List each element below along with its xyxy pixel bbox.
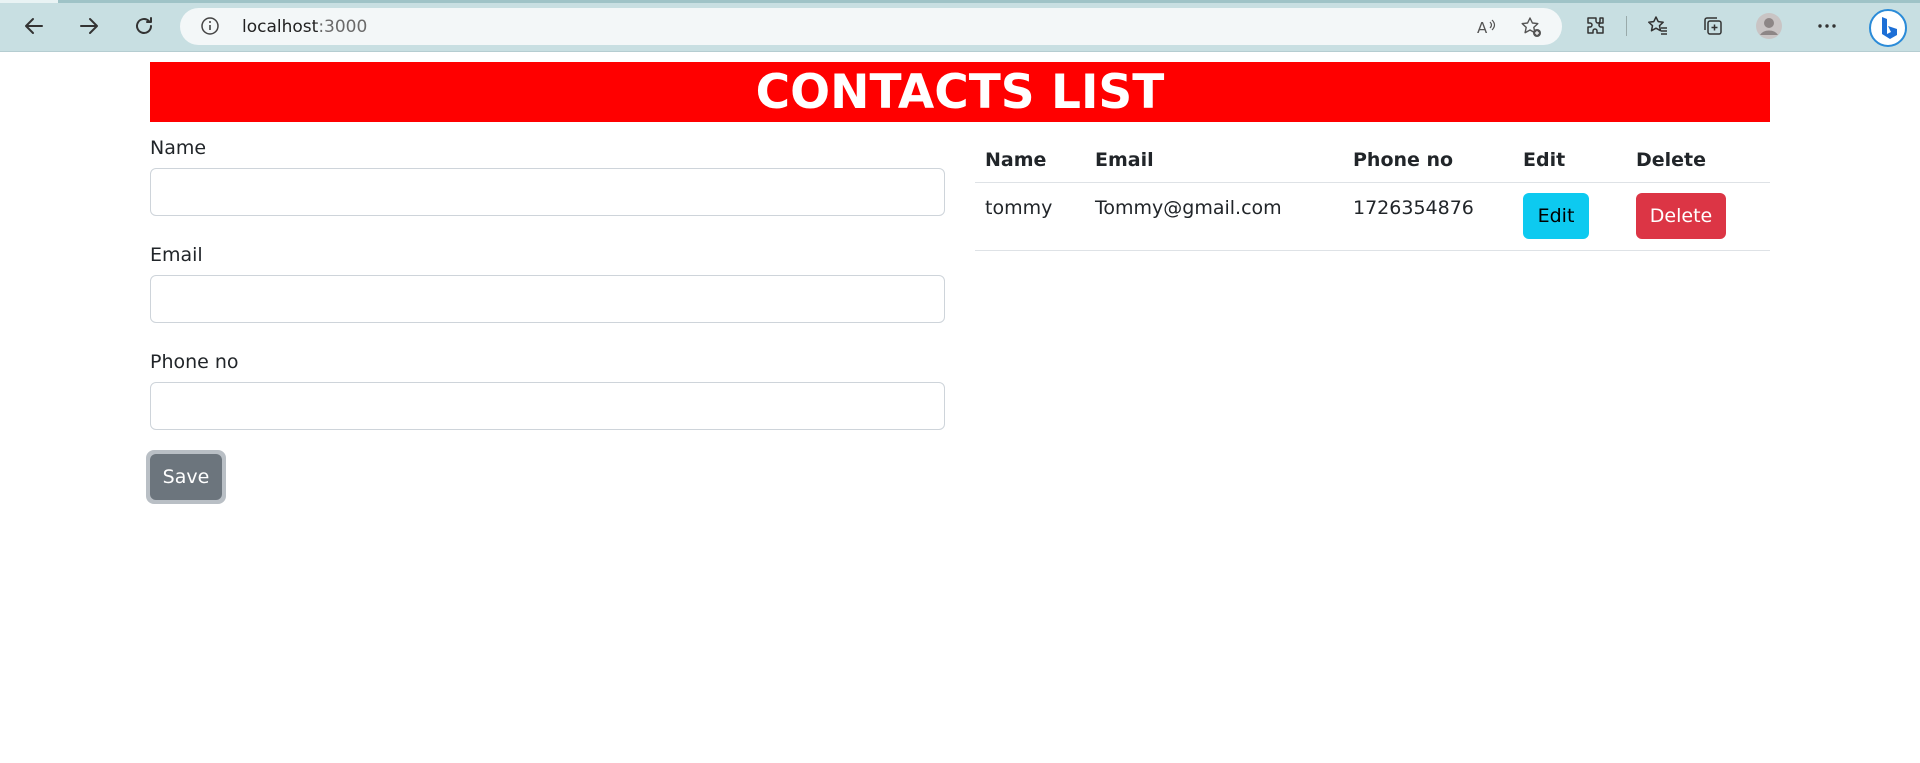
- name-label: Name: [150, 137, 207, 159]
- refresh-icon[interactable]: [128, 10, 160, 42]
- svg-text:A: A: [1477, 19, 1488, 37]
- table-row: tommy Tommy@gmail.com 1726354876 Edit De…: [975, 182, 1770, 251]
- cell-delete: Delete: [1626, 182, 1770, 251]
- phone-input[interactable]: [150, 382, 945, 430]
- cell-phone: 1726354876: [1343, 182, 1513, 251]
- profile-avatar-icon[interactable]: [1755, 12, 1783, 40]
- table-header-row: Name Email Phone no Edit Delete: [975, 138, 1770, 183]
- column-header-edit: Edit: [1513, 138, 1626, 183]
- bing-copilot-icon[interactable]: [1868, 8, 1908, 48]
- contacts-table: Name Email Phone no Edit Delete tommy To…: [975, 138, 1770, 251]
- edit-button[interactable]: Edit: [1523, 192, 1589, 239]
- browser-toolbar: localhost:3000 A: [0, 0, 1920, 52]
- contact-form: Name Email Phone no: [150, 136, 945, 457]
- name-input[interactable]: [150, 168, 945, 216]
- phone-label: Phone no: [150, 351, 239, 373]
- delete-button[interactable]: Delete: [1636, 192, 1726, 239]
- tab-strip: [0, 0, 1920, 3]
- column-header-name: Name: [975, 138, 1085, 183]
- more-menu-icon[interactable]: [1813, 12, 1841, 40]
- cell-name: tommy: [975, 182, 1085, 251]
- forward-icon[interactable]: [73, 10, 105, 42]
- collections-icon[interactable]: [1699, 12, 1727, 40]
- active-tab-indicator[interactable]: [0, 0, 58, 3]
- cell-email: Tommy@gmail.com: [1085, 182, 1343, 251]
- site-info-icon[interactable]: [200, 16, 220, 36]
- back-icon[interactable]: [18, 10, 50, 42]
- url-port: :3000: [318, 17, 368, 37]
- email-label: Email: [150, 244, 203, 266]
- add-favorite-icon[interactable]: [1520, 16, 1542, 38]
- column-header-phone: Phone no: [1343, 138, 1513, 183]
- column-header-email: Email: [1085, 138, 1343, 183]
- save-button[interactable]: Save: [146, 450, 226, 504]
- address-bar[interactable]: localhost:3000 A: [180, 8, 1562, 45]
- toolbar-divider: [1626, 16, 1627, 36]
- extensions-icon[interactable]: [1582, 12, 1610, 40]
- cell-edit: Edit: [1513, 182, 1626, 251]
- page-title-banner: CONTACTS LIST: [150, 62, 1770, 122]
- url-host: localhost: [242, 17, 319, 37]
- save-button-label: Save: [150, 454, 222, 500]
- favorites-icon[interactable]: [1644, 12, 1672, 40]
- column-header-delete: Delete: [1626, 138, 1770, 183]
- url-text[interactable]: localhost:3000: [242, 17, 367, 37]
- email-input[interactable]: [150, 275, 945, 323]
- read-aloud-icon[interactable]: A: [1476, 16, 1498, 38]
